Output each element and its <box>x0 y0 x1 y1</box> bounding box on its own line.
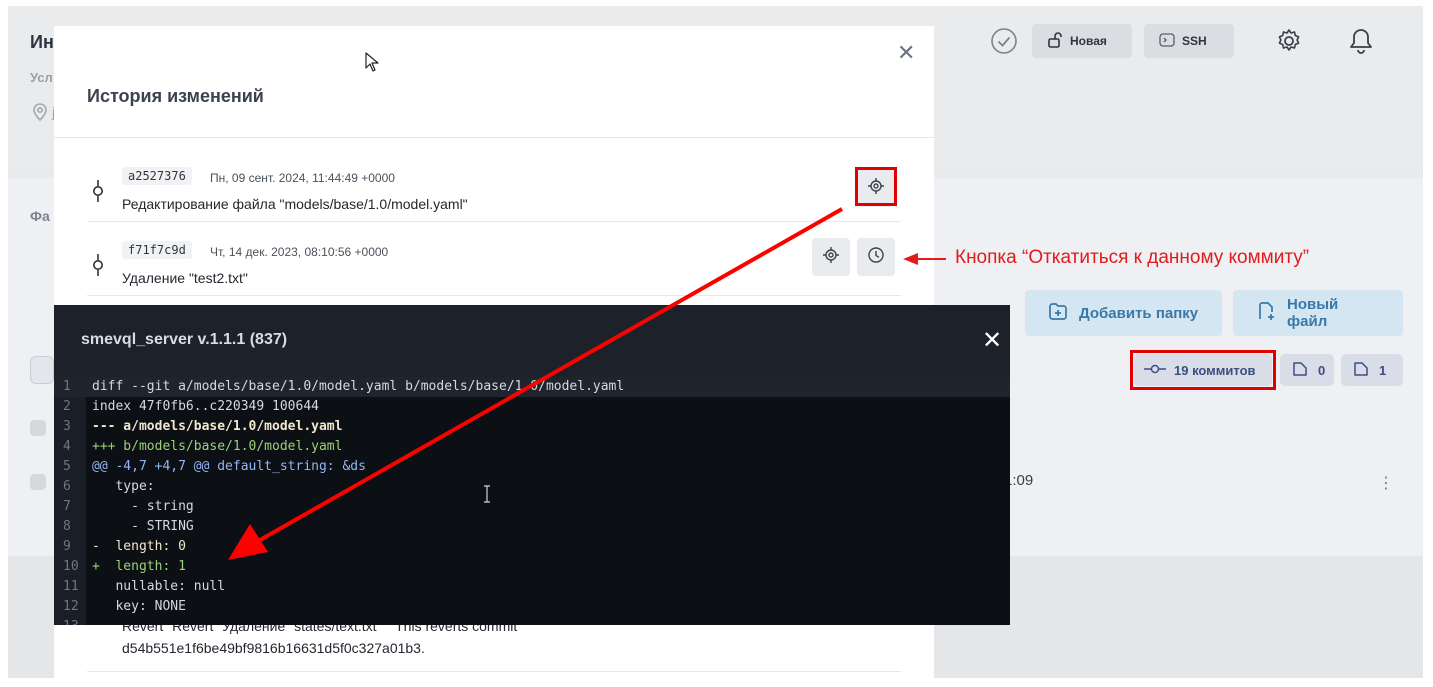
folder-plus-icon <box>1047 300 1069 326</box>
more-options-icon[interactable]: ⋮ <box>1378 473 1394 493</box>
view-commit-button[interactable] <box>812 238 850 276</box>
folder-chip[interactable] <box>30 356 54 384</box>
line-number: 8 <box>63 519 71 534</box>
highlight-commits-button <box>1130 350 1276 390</box>
line-content: - string <box>92 499 194 514</box>
unlock-icon <box>1046 31 1064 52</box>
diff-line: 7 - string <box>54 497 1010 517</box>
annotation-label: Кнопка “Откатиться к данному коммиту” <box>955 247 1310 268</box>
line-number: 11 <box>63 579 79 594</box>
ssh-label: SSH <box>1182 34 1207 48</box>
line-number: 10 <box>63 559 79 574</box>
line-content: - length: 0 <box>92 539 186 554</box>
location-icon <box>30 102 50 122</box>
diff-line: 11 nullable: null <box>54 577 1010 597</box>
diff-line: 2 index 47f0fb6..c220349 100644 <box>54 397 1010 417</box>
files-heading: Фа <box>30 208 50 224</box>
project-subtitle: Усл <box>30 70 53 85</box>
commit-hash: a2527376 <box>122 167 192 185</box>
diff-line: 4 +++ b/models/base/1.0/model.yaml <box>54 437 1010 457</box>
line-number: 3 <box>63 419 71 434</box>
commit-row: f71f7c9d Чт, 14 дек. 2023, 08:10:56 +000… <box>87 226 901 296</box>
commit-row: a2527376 Пн, 09 сент. 2024, 11:44:49 +00… <box>87 152 901 222</box>
line-content: diff --git a/models/base/1.0/model.yaml … <box>92 379 625 394</box>
line-content: type: <box>92 479 155 494</box>
diff-line: 8 - STRING <box>54 517 1010 537</box>
close-icon[interactable]: ✕ <box>897 40 915 66</box>
diff-line: 9 - length: 0 <box>54 537 1010 557</box>
line-number: 5 <box>63 459 71 474</box>
check-circle-icon[interactable] <box>989 26 1019 56</box>
add-folder-label: Добавить папку <box>1079 304 1199 322</box>
diff-line: 10 + length: 1 <box>54 557 1010 577</box>
line-number: 12 <box>63 599 79 614</box>
new-file-label: Новый файл <box>1287 296 1339 330</box>
diff-line: 12 key: NONE <box>54 597 1010 617</box>
file-plus-icon <box>1255 300 1277 326</box>
terminal-icon <box>1158 31 1176 52</box>
row-divider <box>87 671 901 672</box>
line-content: index 47f0fb6..c220349 100644 <box>92 399 319 414</box>
gear-icon[interactable] <box>1272 26 1306 56</box>
branches-count: 0 <box>1318 362 1326 378</box>
history-title: История изменений <box>87 86 264 106</box>
diff-code-view: 1 diff --git a/models/base/1.0/model.yaml… <box>54 377 1010 625</box>
commit-date: Пн, 09 сент. 2024, 11:44:49 +0000 <box>210 171 395 185</box>
commit-node-icon <box>92 254 104 276</box>
diff-header: smevql_server v.1.1.1 (837) ✕ <box>54 305 1010 377</box>
row-checkbox[interactable] <box>30 420 46 436</box>
mouse-cursor-icon <box>365 52 379 72</box>
line-number: 1 <box>63 379 71 394</box>
line-number: 13 <box>54 617 86 625</box>
diff-line: 6 type: <box>54 477 1010 497</box>
commit-message: Удаление "test2.txt" <box>122 270 248 286</box>
target-icon <box>822 246 840 269</box>
line-content: @@ -4,7 +4,7 @@ default_string: &ds <box>92 459 366 474</box>
line-content: + length: 1 <box>92 559 186 574</box>
line-content: - STRING <box>92 519 194 534</box>
close-icon[interactable]: ✕ <box>982 326 1002 355</box>
line-content: +++ b/models/base/1.0/model.yaml <box>92 439 343 454</box>
branches-count-button[interactable]: 0 <box>1280 354 1334 386</box>
new-branch-label: Новая <box>1070 34 1107 48</box>
ssh-button[interactable]: SSH <box>1144 24 1234 58</box>
branch-icon <box>1290 359 1310 382</box>
diff-line: 3 --- a/models/base/1.0/model.yaml <box>54 417 1010 437</box>
tags-count-button[interactable]: 1 <box>1341 354 1403 386</box>
line-number: 9 <box>63 539 71 554</box>
clock-icon <box>867 246 885 269</box>
line-content: nullable: null <box>92 579 226 594</box>
rollback-commit-button[interactable] <box>857 238 895 276</box>
line-number: 7 <box>63 499 71 514</box>
line-number: 6 <box>63 479 71 494</box>
new-branch-button[interactable]: Новая <box>1032 24 1132 58</box>
line-content: --- a/models/base/1.0/model.yaml <box>92 419 343 434</box>
project-title: Ин <box>30 32 54 52</box>
diff-line: 5 @@ -4,7 +4,7 @@ default_string: &ds <box>54 457 1010 477</box>
diff-modal: smevql_server v.1.1.1 (837) ✕ 1 diff --gi… <box>54 305 1010 625</box>
diff-title: smevql_server v.1.1.1 (837) <box>81 331 288 348</box>
line-number: 2 <box>63 399 71 414</box>
line-number: 4 <box>63 439 71 454</box>
commit-date: Чт, 14 дек. 2023, 08:10:56 +0000 <box>210 245 389 259</box>
line-content: key: NONE <box>92 599 186 614</box>
header-divider <box>54 137 934 138</box>
commit-hash: f71f7c9d <box>122 241 192 259</box>
new-file-button[interactable]: Новый файл <box>1233 290 1403 336</box>
bell-icon[interactable] <box>1346 26 1376 56</box>
add-folder-button[interactable]: Добавить папку <box>1025 290 1222 336</box>
diff-line: 1 diff --git a/models/base/1.0/model.yaml… <box>54 377 1010 397</box>
diff-line: 13 <box>54 617 1010 625</box>
highlight-rollback-button <box>855 167 897 206</box>
tag-icon <box>1351 359 1371 382</box>
commit-node-icon <box>92 180 104 202</box>
commit-message: Редактирование файла "models/base/1.0/mo… <box>122 196 468 212</box>
commit-message-continued: d54b551e1f6be49bf9816b16631d5f0c327a01b3… <box>122 640 425 656</box>
tags-count: 1 <box>1379 362 1387 378</box>
text-cursor-icon <box>482 485 492 503</box>
row-checkbox[interactable] <box>30 474 46 490</box>
